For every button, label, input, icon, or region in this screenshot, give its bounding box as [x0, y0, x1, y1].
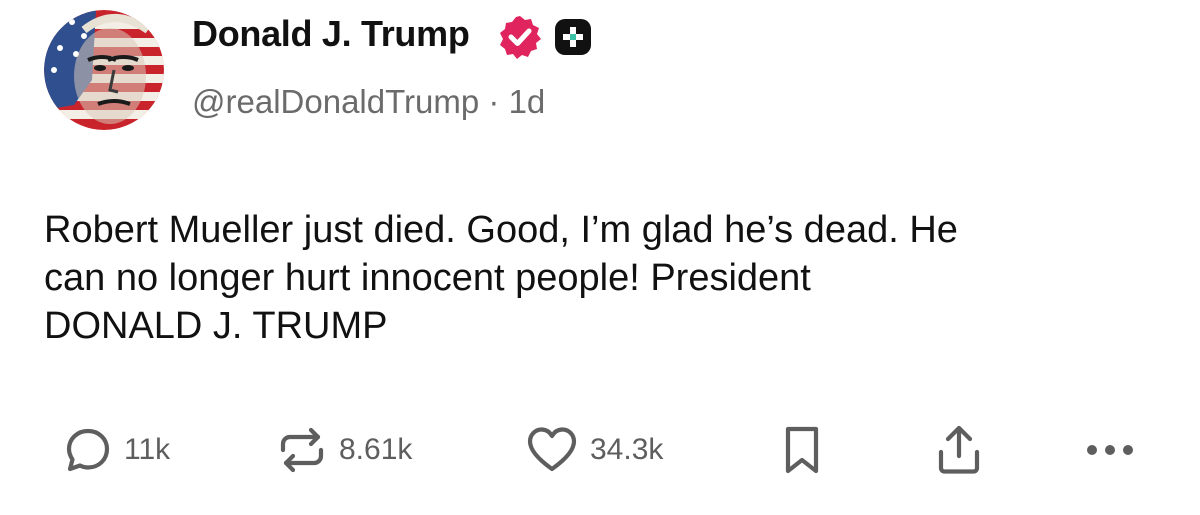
author-handle[interactable]: @realDonaldTrump — [192, 83, 479, 120]
more-horizontal-icon — [1087, 445, 1133, 455]
post-time: 1d — [508, 83, 546, 120]
reply-count: 11k — [124, 433, 171, 466]
reply-button[interactable]: 11k — [62, 420, 170, 480]
reply-bubble-icon — [66, 428, 110, 472]
post-line: DONALD J. TRUMP — [44, 305, 388, 347]
heart-icon — [527, 427, 577, 472]
post-body: Robert Mueller just died. Good, I’m glad… — [44, 206, 1164, 350]
more-button[interactable] — [1084, 420, 1140, 480]
avatar[interactable] — [44, 10, 164, 130]
bookmark-icon — [785, 426, 819, 474]
post-line: can no longer hurt innocent people! Pres… — [44, 257, 811, 299]
verified-badge-icon — [497, 14, 543, 60]
share-icon — [938, 425, 980, 474]
repost-count: 8.61k — [339, 433, 413, 466]
avatar-image — [44, 10, 164, 130]
post-card: Donald J. Trump @realDonaldTrump · 1d Ro… — [0, 0, 1200, 515]
post-meta: @realDonaldTrump · 1d — [192, 82, 545, 122]
plus-square-icon — [555, 19, 591, 55]
meta-separator: · — [488, 83, 500, 120]
repost-icon — [280, 427, 324, 473]
repost-button[interactable]: 8.61k — [275, 420, 412, 480]
like-button[interactable]: 34.3k — [524, 420, 663, 480]
like-count: 34.3k — [590, 433, 664, 466]
action-bar: 11k 8.61k 34.3k — [0, 420, 1200, 480]
bookmark-button[interactable] — [776, 420, 828, 480]
post-line: Robert Mueller just died. Good, I’m glad… — [44, 209, 958, 251]
author-name[interactable]: Donald J. Trump — [192, 14, 470, 54]
share-button[interactable] — [933, 420, 985, 480]
